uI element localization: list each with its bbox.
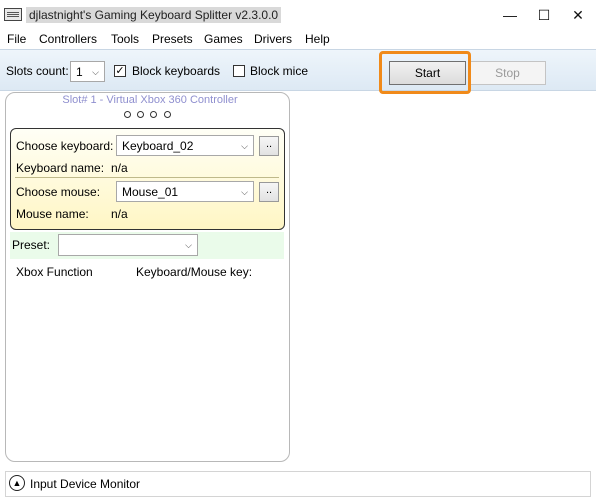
app-keyboard-icon <box>4 8 22 21</box>
slot-indicator-dot <box>164 111 171 118</box>
menu-presets[interactable]: Presets <box>152 30 193 48</box>
slot-indicator-dot <box>124 111 131 118</box>
start-button-highlight <box>379 51 471 94</box>
minimize-button[interactable]: — <box>493 0 527 30</box>
mouse-name-label: Mouse name: <box>16 207 89 221</box>
block-keyboards-checkbox[interactable]: ✓ <box>114 65 126 77</box>
close-button[interactable]: ✕ <box>561 0 595 30</box>
slot-indicator-dot <box>150 111 157 118</box>
keyboard-select[interactable]: Keyboard_02 ⌵ <box>116 135 254 156</box>
window-title: djlastnight's Gaming Keyboard Splitter v… <box>26 7 282 23</box>
device-divider <box>15 177 279 178</box>
menu-file[interactable]: File <box>7 30 26 48</box>
menu-help[interactable]: Help <box>305 30 330 48</box>
mouse-select-value: Mouse_01 <box>122 185 179 199</box>
keyboard-browse-button[interactable]: .. <box>259 136 279 156</box>
chevron-down-icon: ⌵ <box>241 187 248 197</box>
block-mice-label[interactable]: Block mice <box>250 64 308 78</box>
maximize-icon: ☐ <box>537 6 551 23</box>
chevron-down-icon: ⌵ <box>241 141 248 151</box>
menu-controllers[interactable]: Controllers <box>39 30 97 48</box>
keyboard-name-label: Keyboard name: <box>16 161 105 175</box>
slots-count-label: Slots count: <box>6 64 69 78</box>
choose-mouse-label: Choose mouse: <box>16 185 101 199</box>
menu-tools[interactable]: Tools <box>111 30 139 48</box>
chevron-down-icon: ⌵ <box>185 240 192 250</box>
mouse-select[interactable]: Mouse_01 ⌵ <box>116 181 254 202</box>
keyboard-name-value: n/a <box>111 161 128 175</box>
maximize-button[interactable]: ☐ <box>527 0 561 30</box>
stop-button[interactable]: Stop <box>469 61 546 85</box>
input-device-monitor-label[interactable]: Input Device Monitor <box>30 477 140 491</box>
mouse-browse-button[interactable]: .. <box>259 182 279 202</box>
xbox-function-header: Xbox Function <box>16 265 93 279</box>
menu-drivers[interactable]: Drivers <box>254 30 292 48</box>
slots-count-select[interactable]: 1 ⌵ <box>70 61 105 82</box>
block-mice-checkbox[interactable] <box>233 65 245 77</box>
keyboard-mouse-key-header: Keyboard/Mouse key: <box>136 265 253 279</box>
mouse-name-value: n/a <box>111 207 128 221</box>
slots-count-value: 1 <box>76 65 83 79</box>
preset-label: Preset: <box>12 238 51 252</box>
choose-keyboard-label: Choose keyboard: <box>16 139 114 153</box>
menu-bar: File Controllers Tools Presets Games Dri… <box>0 30 596 48</box>
preset-select[interactable]: ⌵ <box>58 234 198 256</box>
chevron-up-icon[interactable]: ▲ <box>9 475 25 491</box>
keyboard-select-value: Keyboard_02 <box>122 139 194 153</box>
block-keyboards-label[interactable]: Block keyboards <box>132 64 220 78</box>
close-icon: ✕ <box>572 6 584 23</box>
slot-indicator-dot <box>137 111 144 118</box>
slot-title: Slot# 1 - Virtual Xbox 360 Controller <box>62 94 238 106</box>
menu-games[interactable]: Games <box>204 30 243 48</box>
chevron-down-icon: ⌵ <box>92 67 99 77</box>
minimize-icon: — <box>503 7 517 23</box>
